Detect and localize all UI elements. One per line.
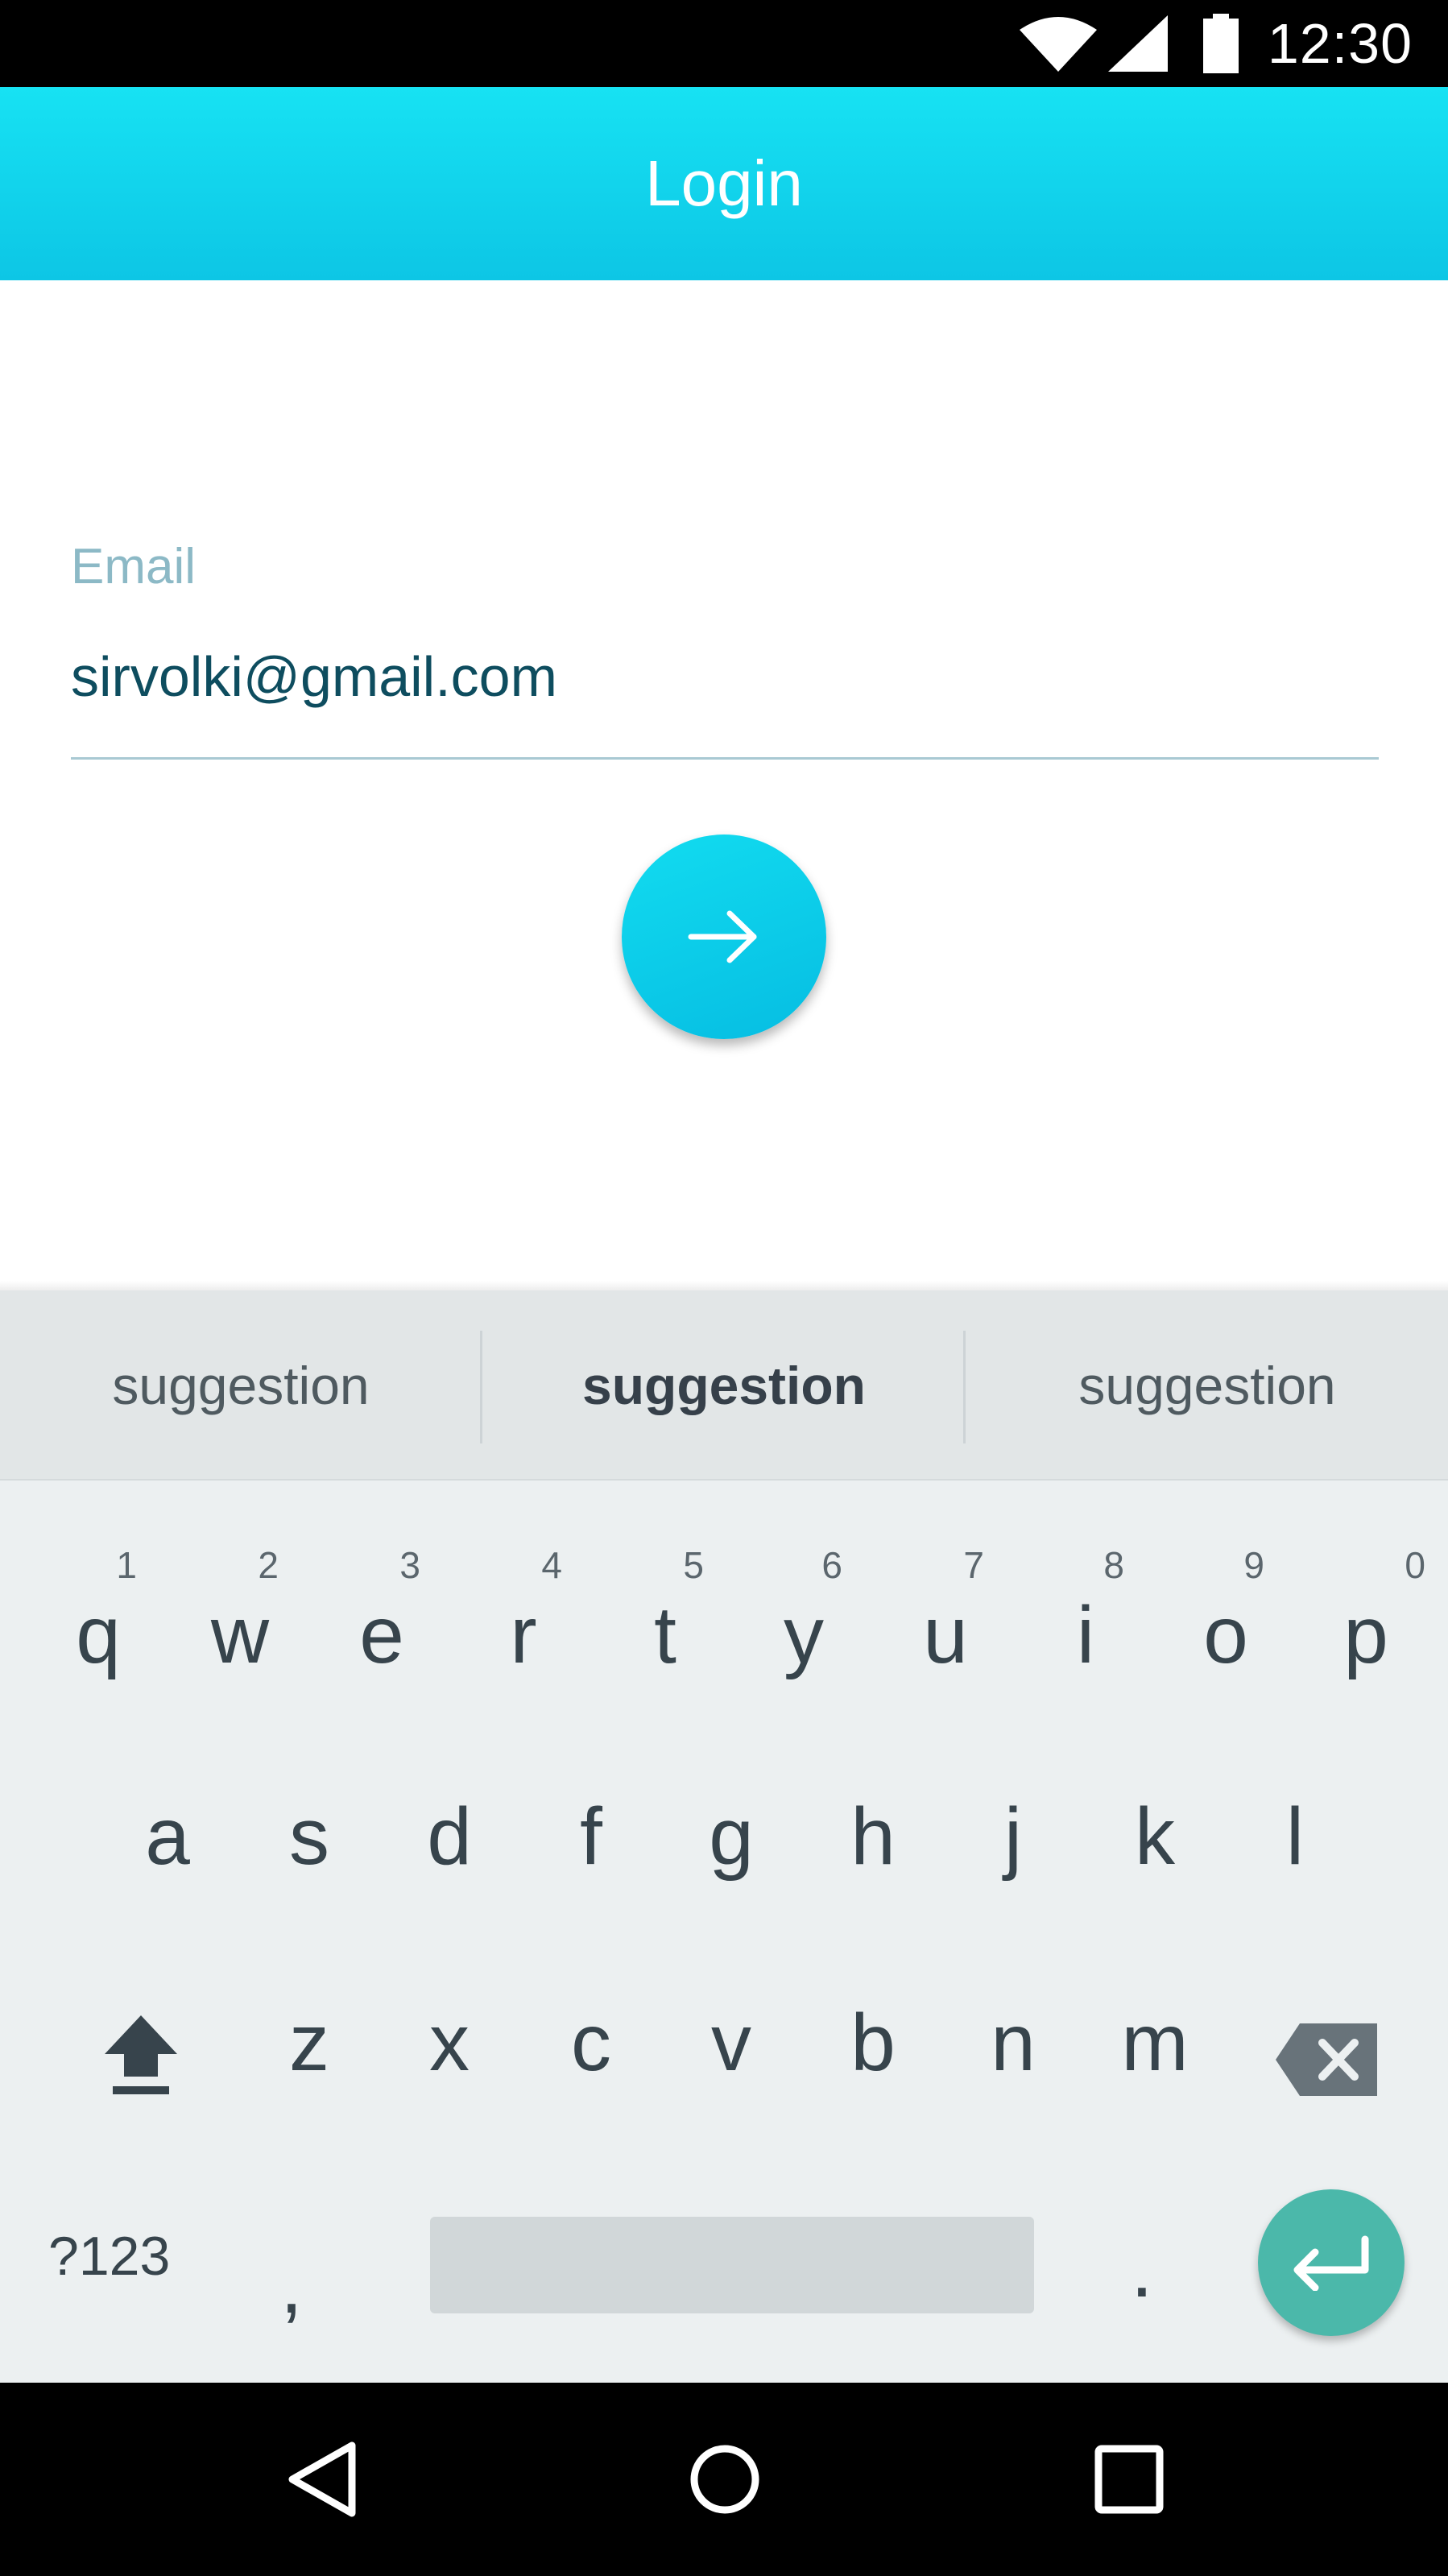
key-e[interactable]: 3e — [311, 1506, 453, 1692]
backspace-icon — [1276, 2023, 1377, 2096]
key-h[interactable]: h — [802, 1732, 944, 1917]
key-label: z — [289, 1998, 329, 2088]
key-i[interactable]: 8i — [1015, 1506, 1156, 1692]
key-a[interactable]: a — [97, 1732, 238, 1917]
status-time: 12:30 — [1267, 12, 1413, 75]
page-title: Login — [645, 147, 803, 219]
suggestion-divider — [480, 1331, 482, 1443]
key-label: t — [654, 1590, 676, 1680]
key-g[interactable]: g — [660, 1732, 802, 1917]
status-icons: 12:30 — [1019, 0, 1448, 87]
next-button[interactable] — [622, 835, 826, 1039]
space-key[interactable] — [430, 2217, 1034, 2313]
key-q[interactable]: 1q — [27, 1506, 169, 1692]
nav-back-button[interactable] — [242, 2383, 403, 2576]
comma-key[interactable]: , — [280, 2239, 303, 2332]
key-hint: 5 — [683, 1544, 704, 1586]
nav-home-button[interactable] — [644, 2383, 805, 2576]
navigation-bar — [0, 2383, 1448, 2576]
key-x[interactable]: x — [379, 1938, 520, 2123]
key-label: i — [1076, 1590, 1095, 1680]
key-label: y — [784, 1590, 824, 1680]
arrow-right-icon — [688, 910, 757, 963]
shift-key[interactable] — [97, 2009, 185, 2102]
key-n[interactable]: n — [942, 1938, 1084, 2123]
key-label: x — [429, 1998, 470, 2088]
key-k[interactable]: k — [1084, 1732, 1226, 1917]
key-v[interactable]: v — [660, 1938, 802, 2123]
key-hint: 2 — [258, 1544, 279, 1586]
back-triangle-icon — [288, 2441, 356, 2517]
key-label: k — [1135, 1791, 1175, 1882]
enter-icon — [1293, 2235, 1369, 2291]
backspace-key[interactable] — [1276, 2023, 1377, 2100]
key-w[interactable]: 2w — [169, 1506, 311, 1692]
key-label: d — [427, 1791, 472, 1882]
key-label: j — [1003, 1791, 1023, 1882]
key-label: o — [1203, 1590, 1248, 1680]
app-bar: Login — [0, 87, 1448, 280]
key-label: r — [510, 1590, 537, 1680]
key-label: g — [709, 1791, 754, 1882]
key-b[interactable]: b — [802, 1938, 944, 2123]
key-label: s — [289, 1791, 329, 1882]
nav-recents-button[interactable] — [1049, 2383, 1210, 2576]
home-circle-icon — [690, 2445, 759, 2514]
email-underline — [71, 757, 1379, 760]
symbols-key[interactable]: ?123 — [48, 2225, 170, 2288]
key-hint: 9 — [1243, 1544, 1264, 1586]
key-label: q — [76, 1590, 121, 1680]
key-hint: 7 — [963, 1544, 984, 1586]
key-label: a — [145, 1791, 190, 1882]
key-label: c — [571, 1998, 611, 2088]
key-label: v — [711, 1998, 751, 2088]
key-label: e — [359, 1590, 404, 1680]
period-key[interactable]: . — [1131, 2223, 1153, 2316]
key-hint: 8 — [1103, 1544, 1124, 1586]
suggestion-center[interactable]: suggestion — [483, 1290, 965, 1481]
key-hint: 1 — [116, 1544, 137, 1586]
wifi-icon — [1019, 17, 1097, 72]
status-bar: 12:30 — [0, 0, 1448, 87]
key-c[interactable]: c — [520, 1938, 662, 2123]
cell-signal-icon — [1107, 15, 1168, 72]
key-label: p — [1343, 1590, 1388, 1680]
key-hint: 6 — [821, 1544, 842, 1586]
suggestion-right[interactable]: suggestion — [966, 1290, 1448, 1481]
battery-icon — [1202, 14, 1239, 73]
key-r[interactable]: 4r — [453, 1506, 594, 1692]
key-label: b — [850, 1998, 896, 2088]
key-label: u — [923, 1590, 968, 1680]
suggestion-divider — [963, 1331, 966, 1443]
email-field[interactable]: sirvolki@gmail.com — [71, 644, 557, 709]
key-z[interactable]: z — [238, 1938, 380, 2123]
key-label: l — [1285, 1791, 1305, 1882]
enter-key[interactable] — [1258, 2189, 1405, 2336]
key-label: f — [580, 1791, 602, 1882]
suggestion-left[interactable]: suggestion — [0, 1290, 482, 1481]
key-d[interactable]: d — [379, 1732, 520, 1917]
key-label: h — [850, 1791, 896, 1882]
key-label: w — [210, 1590, 270, 1680]
email-label: Email — [71, 539, 197, 594]
key-u[interactable]: 7u — [875, 1506, 1016, 1692]
key-l[interactable]: l — [1224, 1732, 1366, 1917]
key-hint: 4 — [541, 1544, 562, 1586]
key-p[interactable]: 0p — [1295, 1506, 1437, 1692]
key-s[interactable]: s — [238, 1732, 380, 1917]
key-hint: 3 — [399, 1544, 420, 1586]
keyboard-shadow — [0, 1281, 1448, 1290]
key-label: m — [1121, 1998, 1189, 2088]
suggestion-strip: suggestion suggestion suggestion — [0, 1290, 1448, 1481]
key-y[interactable]: 6y — [733, 1506, 875, 1692]
key-f[interactable]: f — [520, 1732, 662, 1917]
key-m[interactable]: m — [1084, 1938, 1226, 2123]
key-j[interactable]: j — [942, 1732, 1084, 1917]
key-hint: 0 — [1405, 1544, 1425, 1586]
recents-square-icon — [1094, 2445, 1164, 2514]
key-o[interactable]: 9o — [1155, 1506, 1297, 1692]
key-t[interactable]: 5t — [594, 1506, 736, 1692]
key-label: n — [991, 1998, 1036, 2088]
shift-icon — [105, 2015, 177, 2094]
